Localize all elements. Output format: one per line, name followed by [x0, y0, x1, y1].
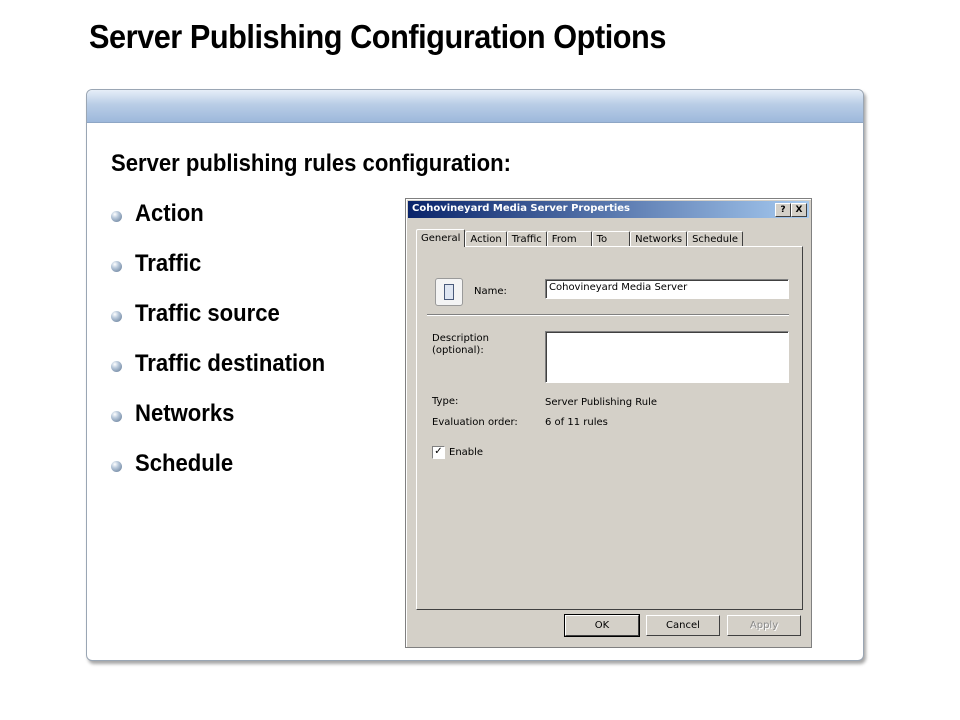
bullet-item: Traffic destination — [111, 350, 342, 400]
evaluation-order-value: 6 of 11 rules — [545, 417, 608, 428]
cancel-button[interactable]: Cancel — [646, 615, 720, 636]
name-label: Name: — [474, 286, 507, 297]
sphere-bullet-icon — [111, 461, 122, 472]
general-tab-page: Name: Cohovineyard Media Server Descript… — [416, 246, 803, 610]
sphere-bullet-icon — [111, 311, 122, 322]
evaluation-order-label: Evaluation order: — [432, 417, 518, 428]
help-button[interactable]: ? — [775, 203, 791, 217]
sphere-bullet-icon — [111, 361, 122, 372]
tab-general[interactable]: General — [416, 229, 466, 247]
tab-action[interactable]: Action — [465, 231, 507, 247]
sphere-bullet-icon — [111, 261, 122, 272]
bullet-item: Networks — [111, 400, 342, 450]
bullet-text: Networks — [135, 400, 235, 427]
bullet-text: Action — [135, 200, 204, 227]
tab-strip: General Action Traffic From To Networks … — [416, 229, 744, 247]
apply-button[interactable]: Apply — [727, 615, 801, 636]
bullet-text: Traffic source — [135, 300, 280, 327]
bullet-text: Schedule — [135, 450, 234, 477]
properties-dialog: Cohovineyard Media Server Properties ? X… — [405, 198, 812, 648]
description-optional-label: (optional): — [432, 345, 484, 356]
tab-to[interactable]: To — [591, 231, 631, 247]
separator — [427, 314, 789, 316]
bullet-list: Action Traffic Traffic source Traffic de… — [111, 200, 342, 500]
enable-label: Enable — [449, 447, 484, 458]
tab-schedule[interactable]: Schedule — [687, 231, 744, 247]
name-field[interactable]: Cohovineyard Media Server — [545, 279, 789, 299]
sphere-bullet-icon — [111, 411, 122, 422]
description-field[interactable] — [545, 331, 789, 383]
description-label: Description — [432, 333, 489, 344]
bullet-text: Traffic destination — [135, 350, 326, 377]
dialog-titlebar[interactable]: Cohovineyard Media Server Properties ? X — [408, 201, 809, 218]
bullet-item: Schedule — [111, 450, 342, 500]
bullet-item: Traffic — [111, 250, 342, 300]
tab-networks[interactable]: Networks — [630, 231, 688, 247]
type-label: Type: — [432, 396, 459, 407]
tab-traffic[interactable]: Traffic — [506, 231, 547, 247]
tab-from[interactable]: From — [546, 231, 592, 247]
enable-checkbox[interactable]: ✓ — [432, 446, 445, 459]
panel-header-band — [87, 90, 863, 123]
dialog-title: Cohovineyard Media Server Properties — [412, 203, 631, 214]
slide-title: Server Publishing Configuration Options — [89, 18, 666, 55]
server-rule-icon — [435, 278, 463, 306]
subheading: Server publishing rules configuration: — [111, 150, 511, 177]
type-value: Server Publishing Rule — [545, 397, 658, 408]
bullet-text: Traffic — [135, 250, 202, 277]
bullet-item: Traffic source — [111, 300, 342, 350]
close-button[interactable]: X — [791, 203, 807, 217]
bullet-item: Action — [111, 200, 342, 250]
ok-button[interactable]: OK — [564, 614, 640, 637]
sphere-bullet-icon — [111, 211, 122, 222]
